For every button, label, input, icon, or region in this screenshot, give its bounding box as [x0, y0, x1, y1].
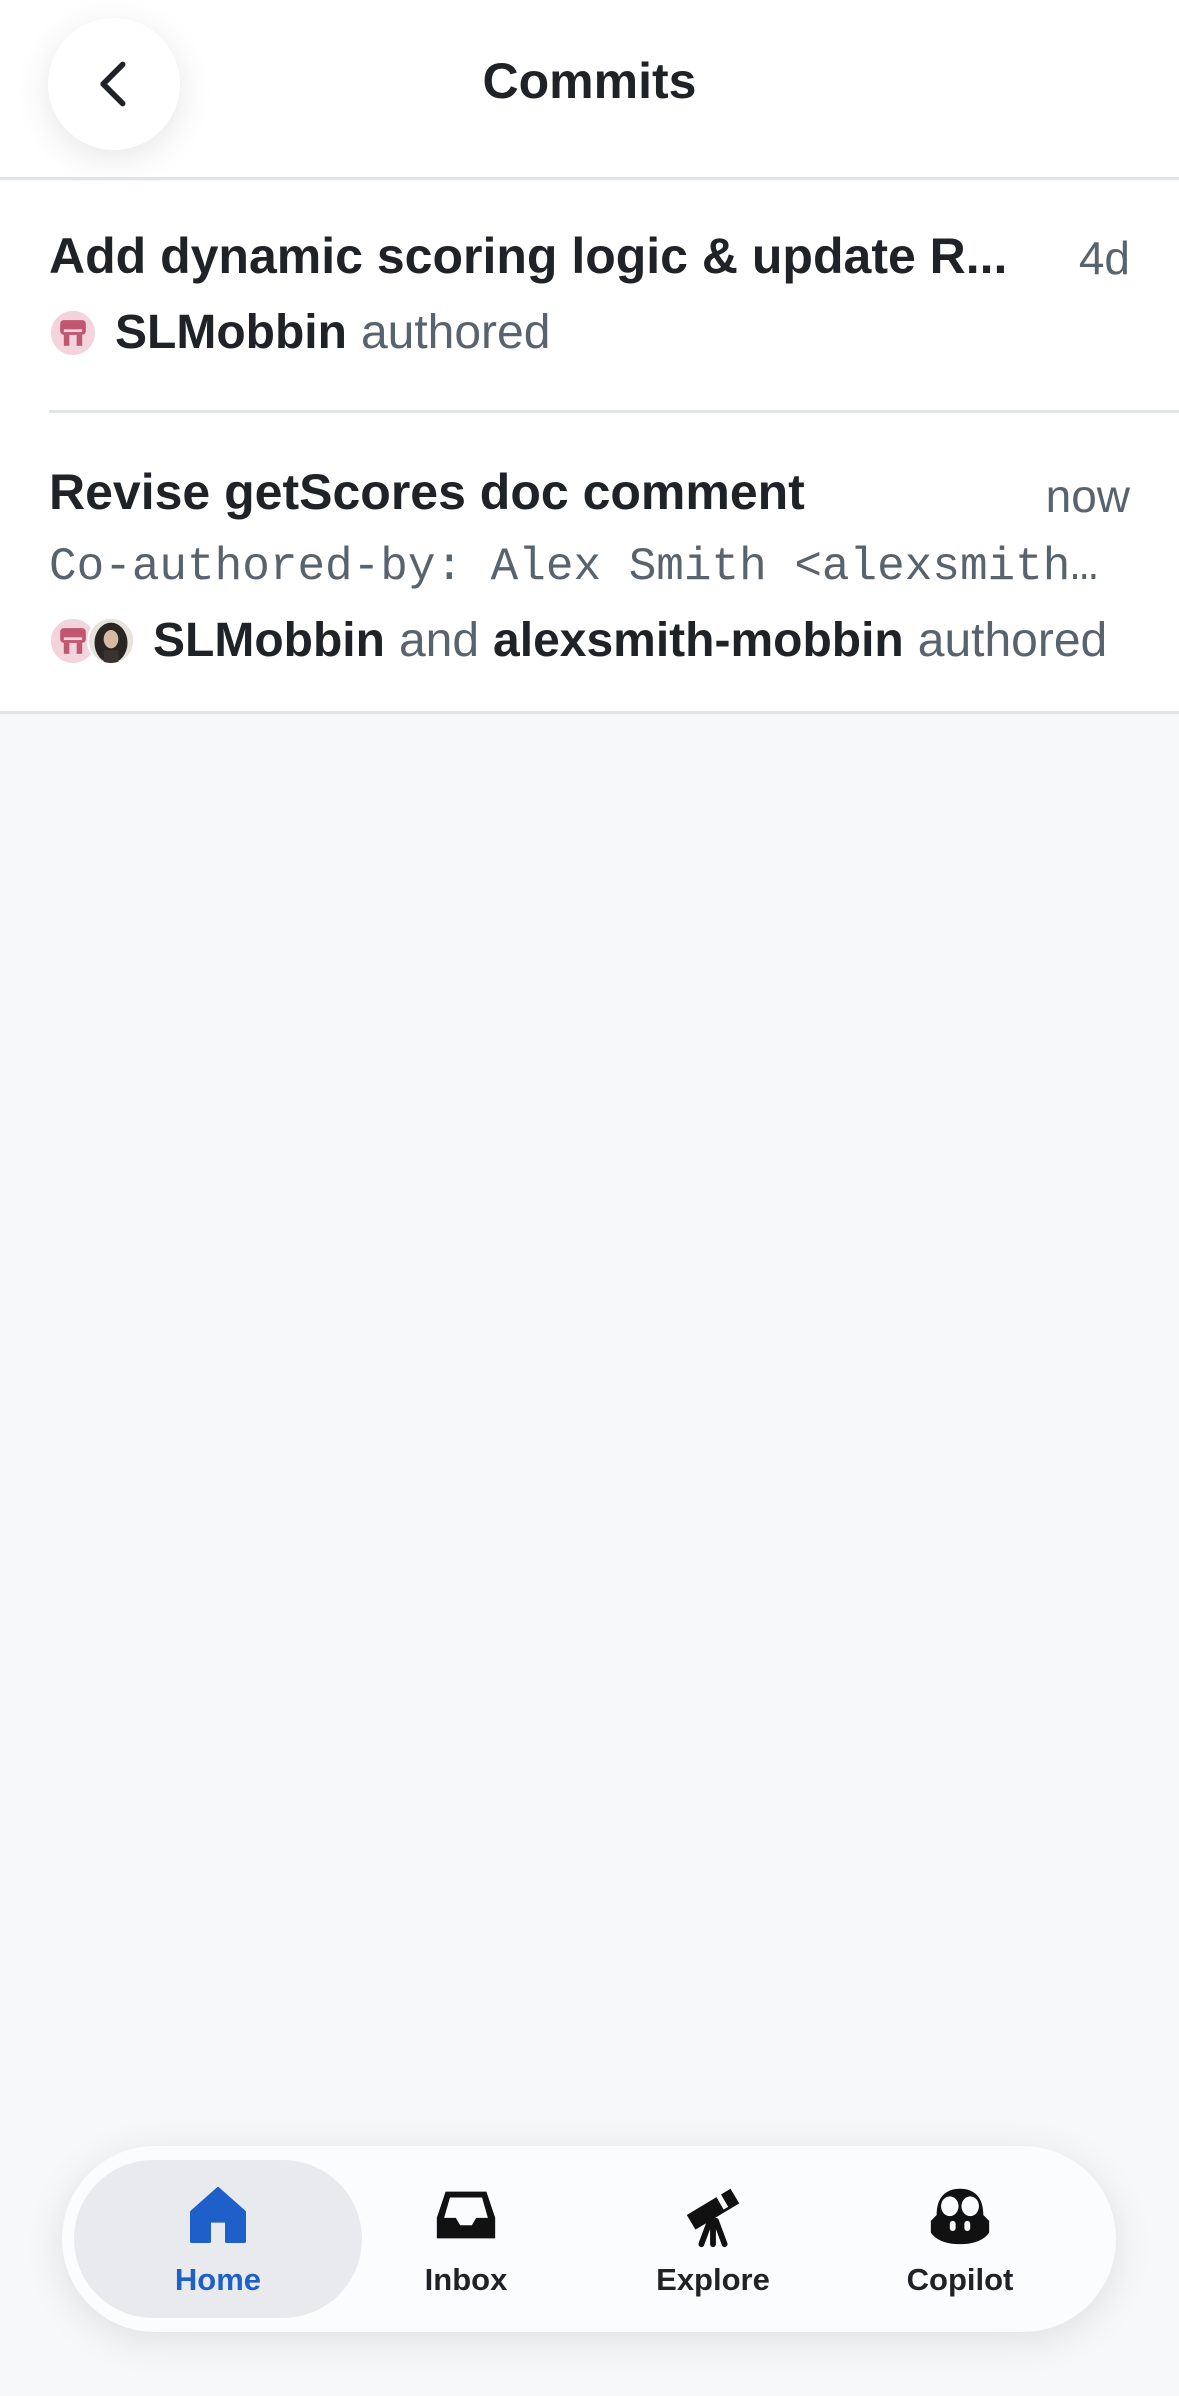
- conjunction-label: and: [398, 614, 480, 667]
- home-icon: [190, 2187, 246, 2243]
- tab-copilot[interactable]: Copilot: [816, 2160, 1104, 2318]
- user-avatar-icon: [51, 310, 95, 355]
- tab-home[interactable]: Home: [74, 2160, 362, 2318]
- tab-label: Home: [174, 2262, 262, 2297]
- tab-explore[interactable]: Explore: [569, 2160, 857, 2318]
- commit-byline: SLMobbin and alexsmith-mobbin authored: [49, 613, 1107, 668]
- tab-label: Copilot: [906, 2262, 1014, 2297]
- avatar-stack: [49, 616, 135, 665]
- commit-byline: SLMobbin authored: [49, 305, 550, 360]
- avatar: [87, 616, 135, 665]
- commit-time: 4d: [1078, 232, 1130, 284]
- telescope-icon: [686, 2188, 740, 2248]
- commit-title: Revise getScores doc comment: [49, 464, 805, 520]
- top-bar: Commits: [0, 0, 1179, 180]
- person-photo-icon: [89, 618, 133, 663]
- tab-label: Explore: [656, 2262, 770, 2297]
- tab-inbox[interactable]: Inbox: [322, 2160, 610, 2318]
- commit-row[interactable]: Revise getScores doc comment now Co-auth…: [0, 413, 1179, 714]
- commit-message-body: Co-authored-by: Alex Smith <alexsmith…: [49, 541, 1098, 593]
- authored-label: authored: [917, 614, 1108, 667]
- authored-label: authored: [360, 306, 551, 359]
- commit-list: Add dynamic scoring logic & update R... …: [0, 181, 1179, 714]
- author-name[interactable]: SLMobbin: [115, 305, 347, 360]
- avatar-stack: [49, 308, 97, 357]
- inbox-icon: [436, 2191, 496, 2239]
- commit-title: Add dynamic scoring logic & update R...: [49, 228, 1008, 284]
- coauthor-name[interactable]: alexsmith-mobbin: [493, 613, 904, 668]
- page-title: Commits: [482, 53, 697, 109]
- bottom-tab-bar: Home Inbox Explore Copilot: [62, 2146, 1116, 2332]
- commit-time: now: [1045, 470, 1130, 522]
- commit-row[interactable]: Add dynamic scoring logic & update R... …: [0, 181, 1179, 413]
- author-name[interactable]: SLMobbin: [153, 613, 385, 668]
- commits-screen: Commits Add dynamic scoring logic & upda…: [0, 0, 1179, 2396]
- tab-label: Inbox: [424, 2262, 508, 2297]
- avatar: [49, 308, 97, 357]
- copilot-icon: [930, 2188, 990, 2245]
